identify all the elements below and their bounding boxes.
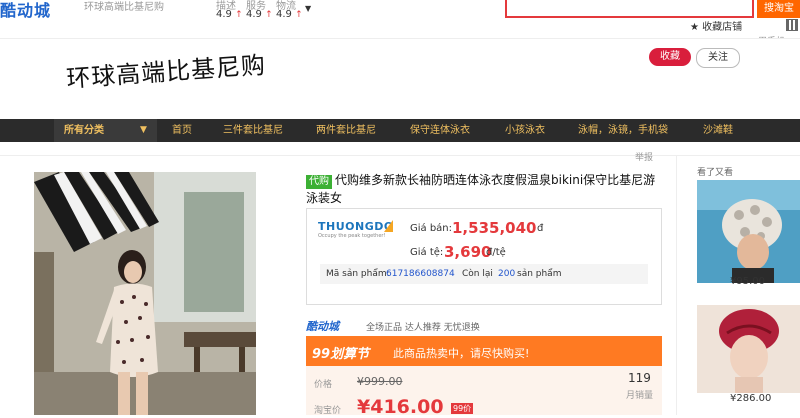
original-price-label: 价格 — [314, 380, 333, 390]
exchange-rate-value: 3,690 — [444, 243, 492, 261]
all-categories-label: 所有分类 — [64, 125, 104, 136]
site-logo[interactable]: 酷动城 — [0, 0, 51, 21]
store-guarantee-tags: 全场正品 达人推荐 无忧退换 — [366, 323, 480, 333]
nav-item-three-piece[interactable]: 三件套比基尼 — [223, 119, 283, 142]
shop-name[interactable]: 环球高端比基尼购 — [84, 0, 164, 13]
column-divider — [676, 156, 677, 415]
stock-label: Còn lại — [462, 269, 493, 279]
daigou-badge: 代购 — [306, 175, 332, 189]
arrow-up-icon: ↑ — [295, 10, 303, 20]
score-value: 4.9 — [276, 9, 292, 20]
stock-unit: sản phẩm — [517, 269, 562, 279]
thuongdo-logo-mark — [384, 220, 393, 232]
also-viewed-item-image[interactable] — [697, 180, 800, 283]
divider — [0, 155, 800, 156]
nav-item-two-piece[interactable]: 两件套比基尼 — [316, 119, 376, 142]
qr-code-icon[interactable] — [786, 19, 798, 31]
favorite-store-link[interactable]: ★ 收藏店铺 — [690, 18, 742, 33]
sale-price-label: Giá bán: — [410, 223, 453, 234]
score-service: 4.9 ↑ — [246, 9, 273, 20]
search-input[interactable] — [505, 0, 754, 18]
sku-label: Mã sản phẩm: — [326, 269, 390, 279]
stock-value: 200 — [498, 269, 516, 279]
nav-item-home[interactable]: 首页 — [172, 119, 192, 142]
store-small-logo: 酷动城 — [306, 320, 339, 333]
score-description: 4.9 ↑ — [216, 9, 243, 20]
nav-item-accessories[interactable]: 泳帽，泳镜，手机袋 — [578, 119, 668, 142]
nav-item-kids[interactable]: 小孩泳衣 — [505, 119, 545, 142]
product-title-text: 代购维多新款长袖防晒连体泳衣度假温泉bikini保守比基尼游泳装女 — [306, 173, 656, 205]
monthly-sales-count: 119 — [628, 371, 651, 385]
also-viewed-item-image[interactable] — [697, 305, 800, 393]
taobao-price-label: 淘宝价 — [314, 406, 342, 416]
promo-message: 此商品热卖中，请尽快购买! — [393, 347, 530, 360]
thuongdo-logo-sub: Occupy the peak together! — [318, 233, 386, 239]
search-button-label: 搜淘宝 — [764, 3, 794, 14]
product-title: 代购 代购维多新款长袖防晒连体泳衣度假温泉bikini保守比基尼游泳装女 — [306, 171, 661, 207]
product-main-image[interactable] — [34, 172, 256, 415]
chevron-down-icon: ▼ — [140, 125, 147, 135]
exchange-rate-unit: đ/tệ — [486, 247, 506, 258]
original-price: ¥999.00 — [357, 375, 403, 388]
collect-button[interactable]: 收藏 — [649, 48, 691, 66]
thuongdo-logo: THUONGDO Occupy the peak together! — [318, 220, 406, 246]
chevron-down-icon[interactable]: ▼ — [305, 4, 311, 13]
report-link[interactable]: 举报 — [635, 150, 653, 163]
score-logistics: 4.9 ↑ — [276, 9, 303, 20]
sku-value: 617186608874 — [386, 269, 455, 279]
star-icon: ★ — [690, 22, 699, 33]
favorite-store-label: 收藏店铺 — [702, 22, 743, 33]
promo-brand: 99划算节 — [312, 347, 370, 362]
arrow-up-icon: ↑ — [265, 10, 273, 20]
monthly-sales-label: 月销量 — [626, 391, 654, 401]
nav-item-beach-shoes[interactable]: 沙滩鞋 — [703, 119, 733, 142]
follow-button[interactable]: 关注 — [696, 48, 740, 68]
also-viewed-title: 看了又看 — [697, 168, 734, 178]
sale-price-unit: đ — [537, 223, 544, 234]
score-value: 4.9 — [246, 9, 262, 20]
also-viewed-item-price[interactable]: ¥286.00 — [730, 393, 771, 404]
sale-price-value: 1,535,040 — [452, 219, 537, 237]
score-value: 4.9 — [216, 9, 232, 20]
nav-item-one-piece[interactable]: 保守连体泳衣 — [410, 119, 470, 142]
arrow-up-icon: ↑ — [235, 10, 243, 20]
99-price-badge: 99价 — [451, 403, 474, 414]
exchange-rate-label: Giá tệ: — [410, 247, 444, 258]
also-viewed-item-price[interactable]: ¥95.00 — [730, 276, 765, 287]
